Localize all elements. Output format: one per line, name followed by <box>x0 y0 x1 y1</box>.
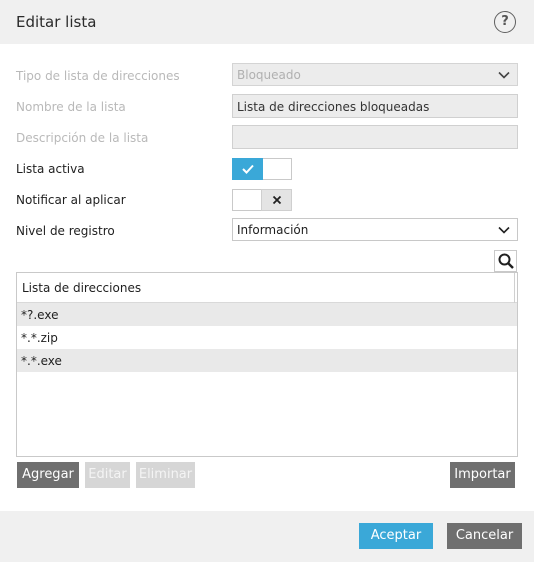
list-header-label: Lista de direcciones <box>22 281 142 295</box>
notify-label: Notificar al aplicar <box>16 193 126 207</box>
dialog-title: Editar lista <box>16 13 97 31</box>
search-button[interactable] <box>494 250 517 272</box>
chevron-down-icon <box>498 226 510 234</box>
import-button[interactable]: Importar <box>450 462 515 488</box>
delete-button[interactable]: Eliminar <box>136 462 195 488</box>
accept-button[interactable]: Aceptar <box>359 523 433 549</box>
list-description-field <box>232 125 518 149</box>
notify-toggle[interactable] <box>232 189 292 211</box>
x-icon <box>272 195 281 205</box>
list-type-value: Bloqueado <box>237 68 301 82</box>
chevron-down-icon <box>498 71 510 79</box>
toggle-knob <box>261 189 292 211</box>
check-icon <box>241 164 254 174</box>
list-item-label: *.*.exe <box>21 354 62 368</box>
active-list-label: Lista activa <box>16 162 85 176</box>
address-list[interactable]: Lista de direcciones *?.exe *.*.zip *.*.… <box>16 272 518 457</box>
list-description-label: Descripción de la lista <box>16 131 149 145</box>
list-type-select: Bloqueado <box>232 63 518 86</box>
log-level-select[interactable]: Información <box>232 218 518 241</box>
list-item-label: *?.exe <box>21 308 59 322</box>
edit-button[interactable]: Editar <box>85 462 130 488</box>
list-name-field: Lista de direcciones bloqueadas <box>232 94 518 118</box>
list-type-label: Tipo de lista de direcciones <box>16 69 180 83</box>
toggle-knob <box>232 158 263 180</box>
cancel-button[interactable]: Cancelar <box>447 523 522 549</box>
log-level-value: Información <box>237 223 309 237</box>
help-icon[interactable]: ? <box>494 11 516 33</box>
list-item[interactable]: *?.exe <box>17 303 517 326</box>
log-level-label: Nivel de registro <box>16 224 115 238</box>
add-button[interactable]: Agregar <box>17 462 79 488</box>
dialog-header: Editar lista ? <box>0 0 534 44</box>
list-item[interactable]: *.*.zip <box>17 326 517 349</box>
column-separator <box>514 273 515 303</box>
active-list-toggle[interactable] <box>232 158 292 180</box>
magnifier-icon <box>498 253 514 269</box>
list-name-label: Nombre de la lista <box>16 100 126 114</box>
list-name-value: Lista de direcciones bloqueadas <box>237 100 430 114</box>
list-item[interactable]: *.*.exe <box>17 349 517 372</box>
list-item-label: *.*.zip <box>21 331 58 345</box>
list-column-header[interactable]: Lista de direcciones <box>17 273 517 303</box>
